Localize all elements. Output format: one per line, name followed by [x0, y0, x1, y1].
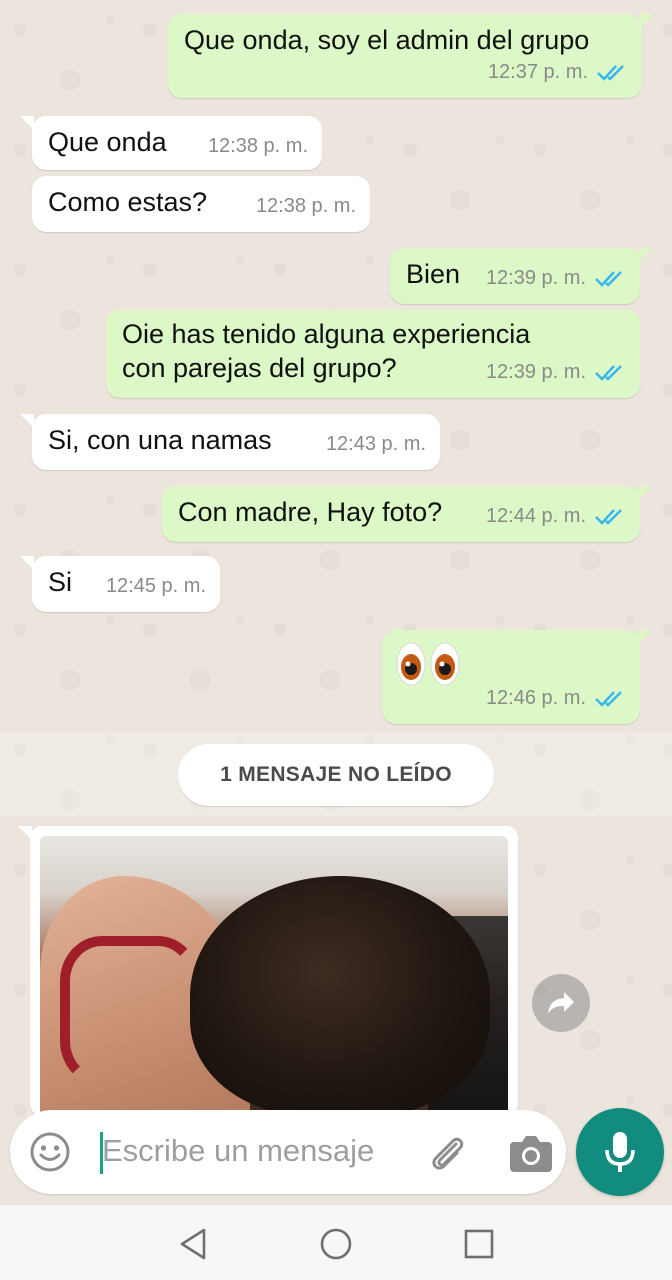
message-text: Si [48, 567, 73, 597]
message-meta: 12:43 p. m. [326, 426, 426, 462]
double-check-icon [597, 65, 624, 81]
message-incoming[interactable]: Si 12:45 p. m. [20, 556, 220, 612]
message-incoming[interactable]: Si, con una namas 12:43 p. m. [20, 414, 440, 470]
message-text-line1: Oie has tenido alguna experiencia [122, 319, 531, 349]
message-composer[interactable]: Escribe un mensaje [10, 1110, 566, 1194]
message-time: 12:43 p. m. [325, 433, 426, 455]
message-outgoing[interactable]: Oie has tenido alguna experiencia con pa… [106, 310, 640, 398]
message-meta: 12:38 p. m. [208, 128, 308, 164]
camera-icon[interactable] [508, 1132, 554, 1174]
photo-thumbnail[interactable] [40, 836, 508, 1116]
system-navigation-bar [0, 1204, 672, 1280]
message-time: 12:37 p. m. [487, 61, 588, 83]
bubble-tail [18, 826, 32, 840]
message-time: 12:39 p. m. [485, 267, 586, 289]
message-incoming[interactable]: Que onda 12:38 p. m. [20, 116, 322, 170]
message-text: Si, con una namas [48, 425, 272, 455]
unread-messages-badge: 1 MENSAJE NO LEÍDO [178, 744, 494, 806]
bubble-tail [638, 248, 652, 262]
message-meta: 12:44 p. m. [486, 498, 626, 534]
home-circle-icon[interactable] [319, 1227, 353, 1261]
message-outgoing[interactable]: 12:46 p. m. [382, 630, 652, 724]
message-time: 12:45 p. m. [105, 575, 206, 597]
message-meta: 12:45 p. m. [106, 568, 206, 604]
bubble-tail [638, 630, 652, 644]
recents-square-icon[interactable] [462, 1227, 496, 1261]
message-time: 12:39 p. m. [485, 361, 586, 383]
message-text-line2: con parejas del grupo? [122, 353, 397, 383]
message-input[interactable]: Escribe un mensaje [102, 1130, 374, 1172]
microphone-button[interactable] [576, 1108, 664, 1196]
message-text: Bien [406, 259, 461, 289]
emoji-icon[interactable] [28, 1130, 72, 1174]
forward-button[interactable] [532, 974, 590, 1032]
message-text: Con madre, Hay foto? [178, 497, 443, 527]
message-meta: 12:46 p. m. [486, 680, 626, 716]
forward-arrow-icon [548, 992, 574, 1014]
message-outgoing[interactable]: Bien 12:39 p. m. [390, 248, 652, 304]
message-text: Que onda [48, 127, 167, 157]
message-text: Como estas? [48, 187, 208, 217]
photo-region [190, 876, 490, 1116]
image-message[interactable] [18, 826, 518, 1116]
chat-area: Que onda, soy el admin del grupo 12:37 p… [0, 0, 672, 1210]
paperclip-icon[interactable] [424, 1130, 470, 1176]
bubble-tail [20, 556, 34, 570]
message-text: Que onda, soy el admin del grupo [184, 25, 590, 55]
bubble-tail [20, 116, 34, 130]
message-outgoing[interactable]: Con madre, Hay foto? 12:44 p. m. [162, 486, 652, 542]
photo-region [60, 936, 200, 1086]
microphone-icon [605, 1132, 635, 1172]
message-outgoing[interactable]: Que onda, soy el admin del grupo 12:37 p… [168, 14, 654, 98]
message-time: 12:38 p. m. [207, 135, 308, 157]
bubble-tail [638, 486, 652, 500]
message-meta: 12:39 p. m. [486, 260, 626, 296]
message-meta: 12:39 p. m. [486, 354, 626, 390]
double-check-icon [595, 509, 622, 525]
double-check-icon [595, 365, 622, 381]
bubble-tail [640, 14, 654, 28]
back-triangle-icon[interactable] [176, 1227, 210, 1261]
double-check-icon [595, 691, 622, 707]
double-check-icon [595, 271, 622, 287]
message-time: 12:46 p. m. [485, 687, 586, 709]
eyes-emoji-icon [396, 642, 460, 686]
message-incoming[interactable]: Como estas? 12:38 p. m. [32, 176, 370, 232]
message-time: 12:44 p. m. [485, 505, 586, 527]
message-time: 12:38 p. m. [255, 195, 356, 217]
message-meta: 12:37 p. m. [488, 54, 628, 90]
message-meta: 12:38 p. m. [256, 188, 356, 224]
bubble-tail [20, 414, 34, 428]
